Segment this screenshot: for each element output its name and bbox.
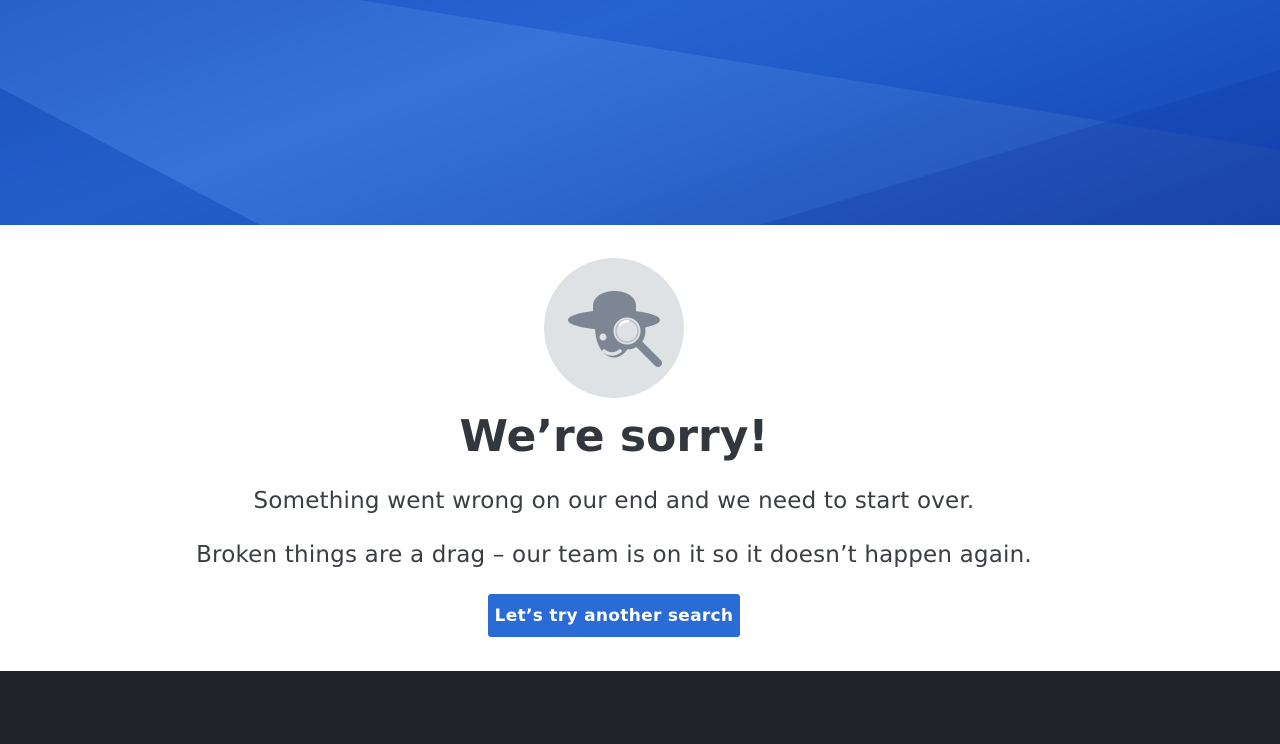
detective-avatar [544, 258, 684, 398]
page-title: We’re sorry! [459, 411, 769, 462]
error-content: We’re sorry! Something went wrong on our… [0, 225, 1280, 671]
hero-banner [0, 0, 1280, 225]
hero-background-shapes [0, 0, 1280, 225]
detective-magnifier-icon [568, 291, 662, 367]
try-another-search-button[interactable]: Let’s try another search [488, 594, 740, 637]
error-message-secondary: Broken things are a drag – our team is o… [196, 542, 1032, 568]
page-footer [0, 671, 1280, 744]
error-message-primary: Something went wrong on our end and we n… [253, 488, 975, 514]
